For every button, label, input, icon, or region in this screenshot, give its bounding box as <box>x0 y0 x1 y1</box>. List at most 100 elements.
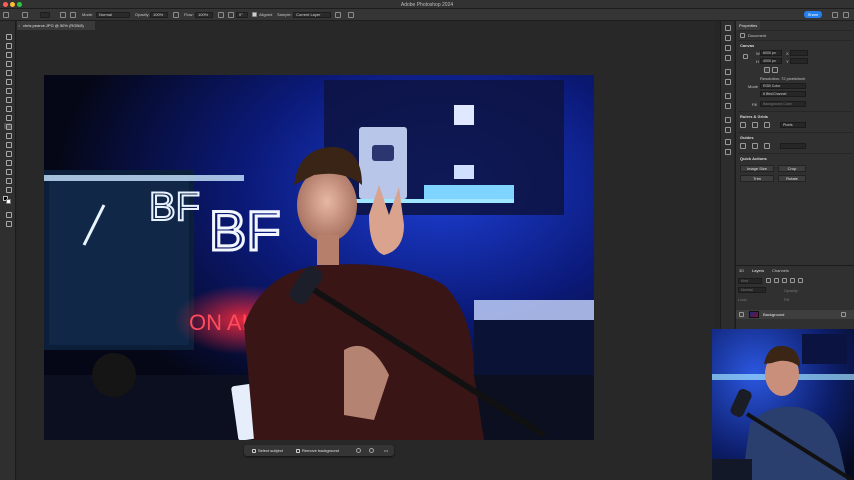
image-size-button[interactable]: Image Size <box>740 165 774 172</box>
brush-settings-icon[interactable] <box>60 11 66 18</box>
mode-dropdown[interactable]: Normal <box>96 11 130 18</box>
color-panel-icon[interactable] <box>725 45 731 51</box>
blur-tool-icon[interactable] <box>4 159 12 166</box>
clone-source-panel-icon[interactable] <box>725 79 731 85</box>
pixel-grid-icon[interactable] <box>764 122 770 128</box>
quick-actions-section-header[interactable]: Quick Actions <box>740 156 767 161</box>
tab-layers[interactable]: Layers <box>752 268 764 273</box>
tab-channels[interactable]: Channels <box>772 268 789 273</box>
landscape-orientation-icon[interactable] <box>772 67 778 73</box>
object-selection-tool-icon[interactable] <box>4 69 12 76</box>
opacity-field[interactable]: 100% <box>150 11 168 18</box>
marquee-tool-icon[interactable] <box>4 51 12 58</box>
eyedropper-tool-icon[interactable] <box>4 96 12 103</box>
character-panel-icon[interactable] <box>725 127 731 133</box>
adjustments-panel-icon[interactable] <box>725 93 731 99</box>
y-field[interactable] <box>790 58 808 64</box>
canvas-workspace[interactable]: BF BF ON AIR Select subject Remove backg… <box>17 30 714 480</box>
guide-visibility-icon[interactable] <box>740 143 746 149</box>
bit-depth-dropdown[interactable]: 8 Bits/Channel <box>760 91 806 97</box>
crop-button[interactable]: Crop <box>778 165 806 172</box>
healing-brush-tool-icon[interactable] <box>4 105 12 112</box>
link-icon[interactable] <box>743 54 748 59</box>
flow-field[interactable]: 100% <box>195 11 213 18</box>
adjust-icon[interactable] <box>369 448 374 453</box>
ruler-units-dropdown[interactable]: Pixels <box>780 122 806 128</box>
guide-layout-icon[interactable] <box>764 143 770 149</box>
layer-lock-icon[interactable] <box>841 312 846 317</box>
ignore-adjustment-icon[interactable] <box>335 11 341 18</box>
collapse-icon[interactable] <box>725 25 731 31</box>
sample-dropdown[interactable]: Current Layer <box>293 11 331 18</box>
pen-tool-icon[interactable] <box>4 177 12 184</box>
guide-style-dropdown[interactable] <box>780 143 806 149</box>
swatches-panel-icon[interactable] <box>725 55 731 61</box>
brush-panel-icon[interactable] <box>725 69 731 75</box>
guide-lock-icon[interactable] <box>752 143 758 149</box>
pressure-opacity-icon[interactable] <box>173 11 179 18</box>
grid-icon[interactable] <box>752 122 758 128</box>
quick-mask-icon[interactable] <box>4 211 12 218</box>
filter-shape-icon[interactable] <box>790 278 795 283</box>
share-button[interactable]: Share <box>804 11 822 18</box>
paragraph-panel-icon[interactable] <box>725 117 731 123</box>
aligned-checkbox[interactable] <box>252 12 257 17</box>
history-panel-icon[interactable] <box>725 35 731 41</box>
properties-tab[interactable]: Properties <box>736 21 761 30</box>
filter-adjustment-icon[interactable] <box>774 278 779 283</box>
clone-source-icon[interactable] <box>70 11 76 18</box>
more-options-button[interactable]: ••• <box>384 448 388 453</box>
trim-button[interactable]: Trim <box>740 175 774 182</box>
history-brush-tool-icon[interactable] <box>4 132 12 139</box>
document-tab[interactable]: × chris pearce.JPG @ 50% (RGB/8) <box>17 21 95 30</box>
rulers-grids-section-header[interactable]: Rulers & Grids <box>740 114 768 119</box>
brush-preset-picker[interactable] <box>40 11 50 18</box>
pressure-size-icon[interactable] <box>348 11 354 18</box>
ruler-icon[interactable] <box>740 122 746 128</box>
height-field[interactable]: 4000 px <box>760 58 782 64</box>
filter-type-icon[interactable] <box>782 278 787 283</box>
home-icon[interactable] <box>3 11 9 18</box>
libraries-panel-icon[interactable] <box>725 103 731 109</box>
portrait-orientation-icon[interactable] <box>764 67 770 73</box>
airbrush-icon[interactable] <box>218 11 224 18</box>
select-subject-button[interactable]: Select subject <box>252 447 283 454</box>
guides-section-header[interactable]: Guides <box>740 135 754 140</box>
width-field[interactable]: 6000 px <box>760 50 782 56</box>
dodge-tool-icon[interactable] <box>4 168 12 175</box>
frame-tool-icon[interactable] <box>4 87 12 94</box>
lasso-tool-icon[interactable] <box>4 60 12 67</box>
color-mode-dropdown[interactable]: RGB Color <box>760 83 806 89</box>
sync-icon[interactable] <box>356 448 361 453</box>
type-tool-icon[interactable] <box>4 186 12 193</box>
document-canvas[interactable]: BF BF ON AIR <box>44 75 594 440</box>
tab-3d[interactable]: 3D <box>739 268 744 273</box>
rotate-button[interactable]: Rotate <box>778 175 806 182</box>
screen-mode-icon[interactable] <box>4 220 12 227</box>
filter-smart-object-icon[interactable] <box>798 278 803 283</box>
remove-background-button[interactable]: Remove background <box>296 447 339 454</box>
move-tool-icon[interactable] <box>4 33 12 40</box>
clone-stamp-tool-icon[interactable] <box>4 123 12 130</box>
workspace-icon[interactable] <box>843 11 849 18</box>
crop-tool-icon[interactable] <box>4 78 12 85</box>
background-color-swatch[interactable] <box>6 199 11 204</box>
search-icon[interactable] <box>832 11 838 18</box>
x-field[interactable] <box>790 50 808 56</box>
filter-pixel-icon[interactable] <box>766 278 771 283</box>
glyphs-panel-icon[interactable] <box>725 139 731 145</box>
paths-panel-icon[interactable] <box>725 149 731 155</box>
close-tab-icon[interactable]: × <box>18 21 20 30</box>
visibility-eye-icon[interactable] <box>739 312 744 317</box>
clone-stamp-tool-icon[interactable] <box>22 11 28 18</box>
brush-tool-icon[interactable] <box>4 114 12 121</box>
fill-dropdown[interactable]: Background Color <box>760 101 806 107</box>
canvas-section-header[interactable]: Canvas <box>740 43 754 48</box>
artboard-tool-icon[interactable] <box>4 42 12 49</box>
angle-field[interactable]: 0° <box>236 11 248 18</box>
gradient-tool-icon[interactable] <box>4 150 12 157</box>
layer-row-background[interactable]: Background <box>736 310 854 319</box>
layer-filter-dropdown[interactable]: Kind <box>738 278 762 284</box>
eraser-tool-icon[interactable] <box>4 141 12 148</box>
blend-mode-dropdown[interactable]: Normal <box>738 287 766 293</box>
